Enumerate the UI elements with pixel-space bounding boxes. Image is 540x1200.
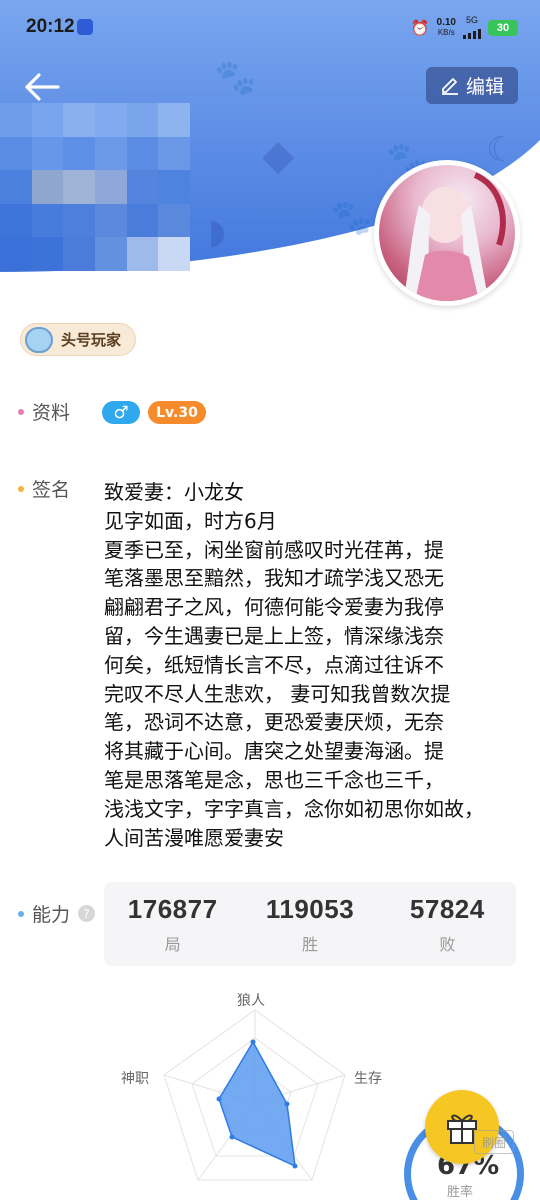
- signature-line: 人间苦漫唯愿爱妻安: [104, 825, 284, 850]
- signature-text: 致爱妻：小龙女 见字如面，时方6月 夏季已至，闲坐窗前感叹时光荏苒，提 笔落墨思…: [104, 478, 516, 852]
- battery-icon: 30: [488, 19, 518, 36]
- title-badge: 头号玩家: [20, 323, 137, 356]
- signature-label: 签名: [32, 479, 71, 501]
- signature-line: 夏季已至，闲坐窗前感叹时光荏苒，提: [104, 537, 444, 562]
- paw-decoration-icon: 🐾: [330, 198, 373, 238]
- app-notification-icon: [77, 19, 93, 35]
- gender-badge: ♂: [102, 401, 140, 424]
- male-icon: ♂: [113, 402, 129, 423]
- net-type: 5G: [465, 15, 478, 25]
- back-button[interactable]: [22, 70, 62, 104]
- stat-value: 176877: [127, 893, 218, 924]
- signature-line: 致爱妻：小龙女: [104, 480, 244, 504]
- section-dot: [18, 408, 24, 415]
- section-dot: [18, 910, 24, 917]
- radar-axis-label: 狼人: [237, 993, 265, 1009]
- section-dot: [18, 485, 24, 492]
- ability-label: 能力: [32, 904, 71, 926]
- paw-decoration-icon: 🐾: [214, 58, 257, 98]
- radar-axis-label: 神职: [121, 1071, 149, 1087]
- paw-decoration-icon: ◗: [208, 212, 226, 252]
- signature-line: 完叹不尽人生悲欢， 妻可知我曾数次提: [104, 681, 451, 706]
- watermark-logo-icon: 刷圈: [474, 1130, 514, 1154]
- radar-axis-label: 生存: [354, 1071, 382, 1087]
- net-speed: 0.10: [436, 16, 456, 28]
- profile-section-label: 资料: [18, 398, 70, 425]
- signature-line: 留，今生遇妻已是上上签，情深缘浅奈: [104, 623, 444, 648]
- badge-label: 头号玩家: [61, 331, 122, 349]
- stats-card: 176877 局 119053 胜 57824 败: [104, 882, 516, 966]
- signature-line: 笔，恐词不达意，更恐爱妻厌烦，无奈: [104, 710, 444, 735]
- edit-profile-button[interactable]: 编辑: [426, 67, 518, 104]
- level-badge: Lv.30: [148, 401, 206, 424]
- avatar-image: [379, 165, 515, 301]
- signature-line: 将其藏于心间。唐突之处望妻海涵。提: [104, 739, 444, 764]
- status-bar: 20:12 ⏰ 0.10 KB/s 5G 30: [0, 0, 540, 56]
- signature-line: 见字如面，时方6月: [104, 508, 277, 533]
- net-unit: KB/s: [437, 27, 455, 37]
- profile-label: 资料: [32, 402, 71, 424]
- stat-label: 局: [164, 934, 181, 954]
- signature-line: 翩翩君子之风，何德何能令爱妻为我停: [104, 595, 444, 620]
- status-time: 20:12: [26, 16, 75, 37]
- signature-line: 笔是思落笔是念，思也三千念也三千，: [104, 767, 444, 792]
- stat-wins: 119053 胜: [241, 882, 378, 966]
- stat-losses: 57824 败: [379, 882, 516, 966]
- stat-label: 胜: [301, 934, 318, 954]
- signature-line: 何矣，纸短情长言不尽，点滴过往诉不: [104, 652, 444, 677]
- signature-line: 笔落墨思至黯然，我知才疏学浅又恐无: [104, 566, 444, 591]
- edit-label: 编辑: [465, 76, 504, 98]
- stat-games: 176877 局: [104, 882, 241, 966]
- signature-line: 浅浅文字，字字真言，念你如初思你如故，: [104, 796, 484, 821]
- arrow-left-icon: [25, 73, 60, 101]
- radar-shape: [218, 1040, 296, 1168]
- alarm-icon: ⏰: [410, 19, 430, 37]
- blurred-username: [0, 103, 190, 271]
- signature-section-label: 签名: [18, 475, 70, 502]
- winrate-label: 胜率: [447, 1185, 474, 1200]
- stat-value: 119053: [265, 893, 355, 924]
- pencil-icon: [441, 77, 458, 95]
- dragon-decoration-icon: ◆: [262, 130, 295, 179]
- signal-icon: [463, 25, 481, 39]
- badge-icon: [25, 326, 53, 353]
- moon-decoration-icon: ☾: [486, 130, 517, 170]
- stat-value: 57824: [409, 893, 485, 924]
- stat-label: 败: [439, 934, 456, 954]
- ability-section-label: 能力 ?: [18, 900, 96, 927]
- question-icon[interactable]: ?: [78, 905, 96, 922]
- ability-radar-chart: [100, 980, 420, 1200]
- avatar[interactable]: [374, 160, 520, 306]
